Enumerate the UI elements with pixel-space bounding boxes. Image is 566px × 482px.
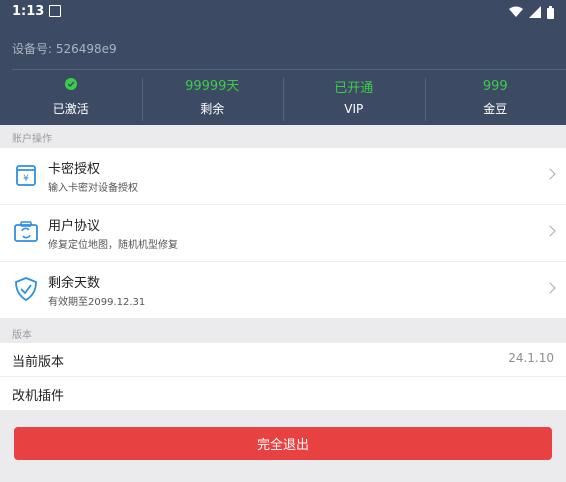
stat-label: 剩余 [200, 102, 225, 116]
signal-icon [529, 6, 541, 18]
stat-label: 已激活 [52, 102, 89, 116]
current-version-value: 24.1.10 [508, 351, 554, 365]
current-version-row[interactable]: 当前版本 24.1.10 [0, 343, 566, 377]
device-id: 设备号: 526498e9 [12, 42, 117, 56]
row-subtitle: 输入卡密对设备授权 [48, 183, 138, 194]
chevron-right-icon [544, 225, 556, 237]
shield-check-icon [15, 277, 37, 302]
stat-value: 999 [482, 79, 508, 94]
version-card: 当前版本 24.1.10 改机插件 [0, 343, 566, 410]
svg-text:¥: ¥ [23, 174, 29, 184]
check-circle-icon [64, 78, 77, 90]
status-bar: 1:13 [0, 0, 566, 24]
stat-label: 金豆 [483, 102, 508, 116]
card-key-icon: ¥ [16, 165, 36, 186]
chevron-right-icon [544, 282, 556, 294]
version-section-title: 版本 [12, 330, 32, 341]
stat-gold-beans: 999 金豆 [424, 70, 566, 125]
row-title: 用户协议 [48, 219, 101, 234]
row-title: 卡密授权 [48, 162, 101, 177]
stat-label: VIP [344, 101, 364, 116]
row-title: 剩余天数 [48, 276, 101, 291]
stat-remaining: 99999天 剩余 [141, 70, 284, 125]
stat-activated: 已激活 [0, 70, 142, 125]
current-version-label: 当前版本 [12, 355, 65, 370]
row-subtitle: 有效期至2099.12.31 [48, 297, 146, 308]
plugin-row[interactable]: 改机插件 [0, 377, 566, 410]
stat-value: 99999天 [185, 79, 240, 94]
list-item-card-key[interactable]: ¥ 卡密授权 输入卡密对设备授权 [0, 148, 566, 205]
status-time: 1:13 [12, 4, 45, 19]
exit-button[interactable]: 完全退出 [14, 427, 552, 460]
battery-icon [547, 5, 554, 19]
header-panel: 1:13 设备号: 526498e9 已激活 99999天 剩余 已开通 VIP [0, 0, 566, 125]
list-item-user-agreement[interactable]: 用户协议 修复定位地图，随机机型修复 [0, 205, 566, 262]
system-icons [509, 4, 554, 20]
stat-value: 已开通 [334, 80, 374, 96]
plugin-label: 改机插件 [12, 389, 65, 404]
stats-bar: 已激活 99999天 剩余 已开通 VIP 999 金豆 [0, 70, 566, 125]
agreement-icon [14, 221, 38, 242]
chevron-right-icon [544, 168, 556, 180]
wifi-icon [509, 6, 523, 17]
account-card: ¥ 卡密授权 输入卡密对设备授权 用户协议 修复定位地图，随机机型修复 剩余天数… [0, 148, 566, 318]
stat-vip: 已开通 VIP [283, 70, 425, 125]
row-subtitle: 修复定位地图，随机机型修复 [48, 240, 178, 251]
notification-icon [49, 5, 61, 17]
account-section-title: 账户操作 [12, 134, 52, 145]
list-item-remaining-days[interactable]: 剩余天数 有效期至2099.12.31 [0, 262, 566, 318]
